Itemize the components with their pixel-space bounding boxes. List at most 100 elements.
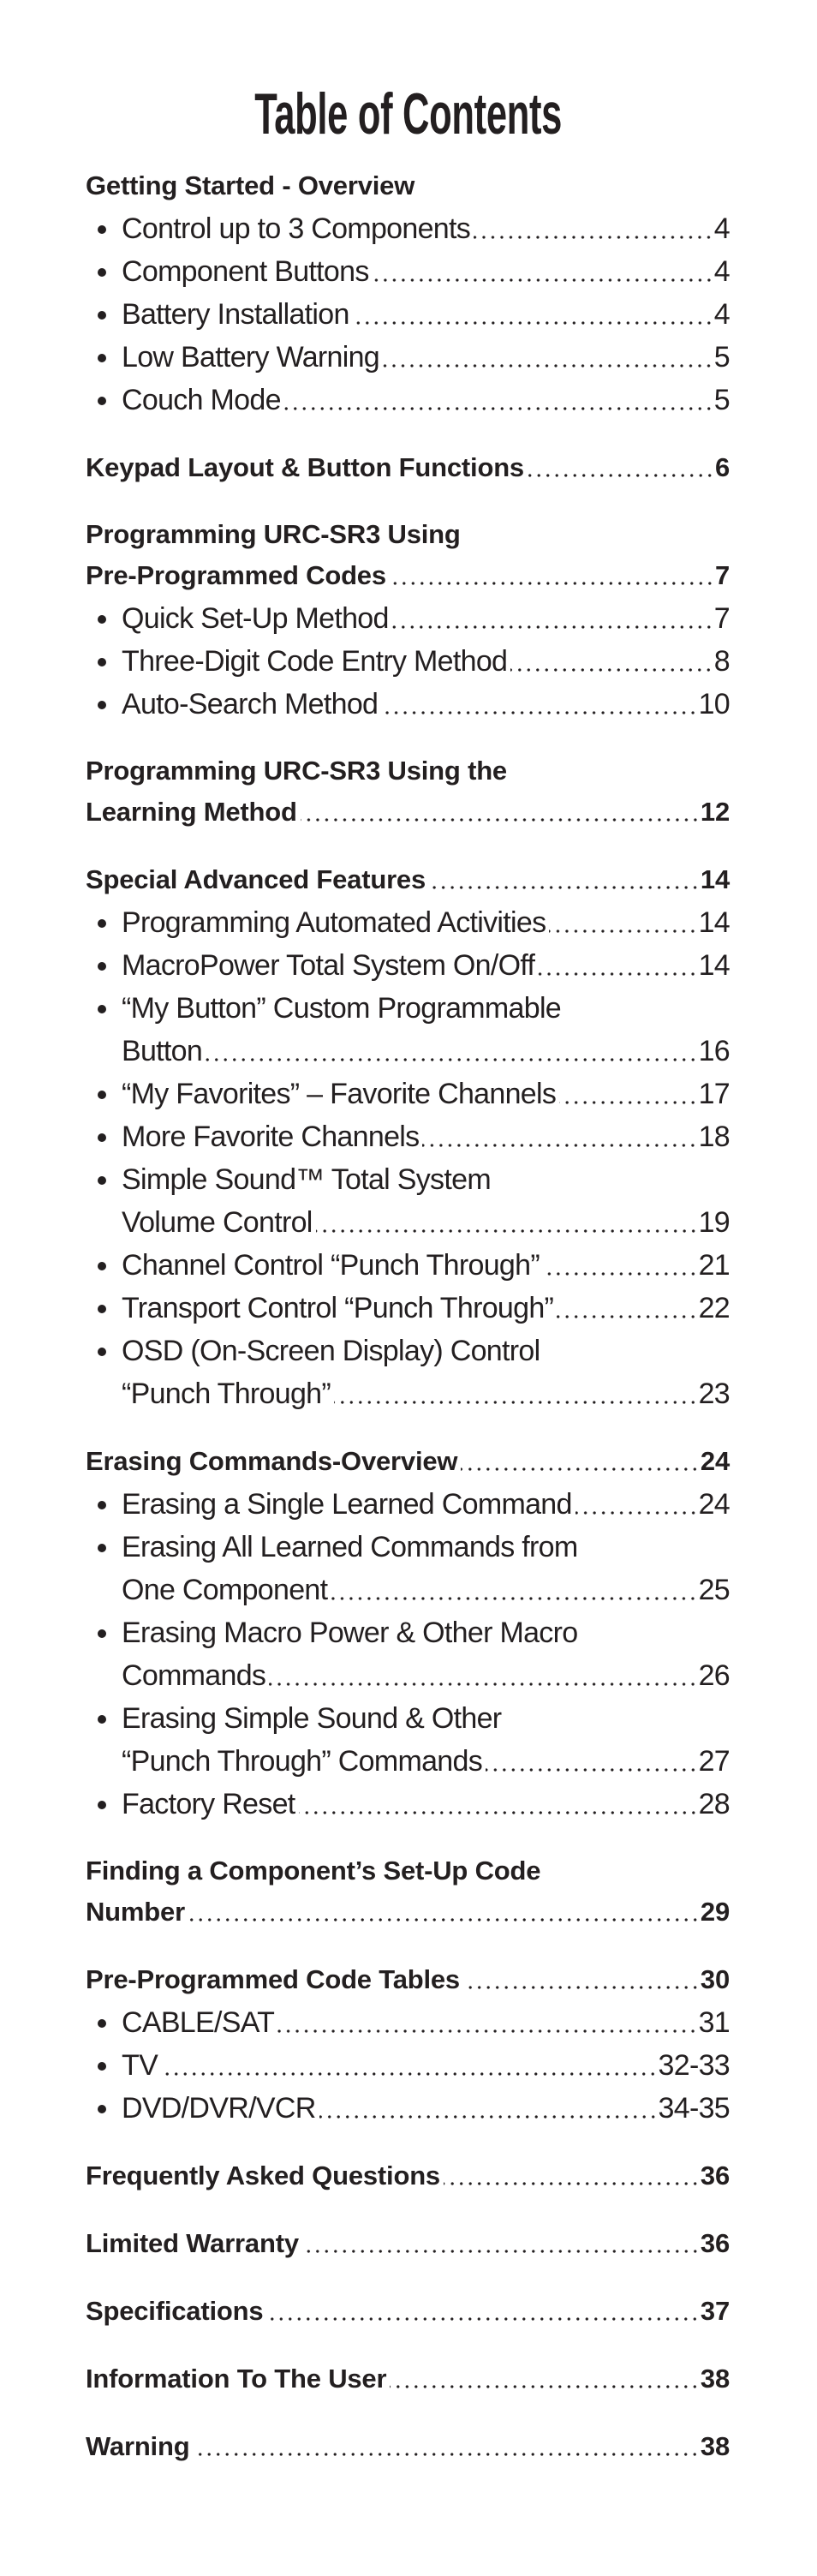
toc-entry[interactable]: Auto-Search Method 10 [86, 683, 731, 726]
section-heading[interactable]: Information To The User 38 [86, 2358, 730, 2400]
toc-entry[interactable]: Component Buttons 4 [86, 250, 731, 293]
toc-section-learning-method: Programming URC-SR3 Using the Learning M… [86, 750, 730, 834]
section-heading[interactable]: Keypad Layout & Button Functions 6 [86, 446, 730, 489]
toc-section-limited-warranty: Limited Warranty 36 [86, 2222, 730, 2265]
bullet-icon [98, 1715, 106, 1724]
toc-entry[interactable]: “My Button” Custom Programmable [86, 987, 730, 1030]
entry-label: Programming Automated Activities [122, 906, 546, 939]
toc-entry[interactable]: TV 32-33 [86, 2044, 731, 2087]
section-heading-label: Programming URC-SR3 Using [86, 519, 461, 549]
page-number: 8 [713, 645, 731, 678]
section-heading[interactable]: Programming URC-SR3 Using [86, 514, 730, 554]
dot-leader [390, 2385, 700, 2388]
toc-entry[interactable]: Erasing Simple Sound & Other [86, 1697, 730, 1740]
section-heading[interactable]: Programming URC-SR3 Using the [86, 750, 730, 791]
section-heading[interactable]: Specifications 37 [86, 2290, 730, 2333]
toc-entry[interactable]: Simple Sound™ Total System [86, 1158, 730, 1201]
toc-entry-continued[interactable]: Commands 26 [86, 1654, 731, 1697]
page-number: 25 [698, 1574, 731, 1606]
page-number: 24 [700, 1446, 730, 1476]
bullet-icon [98, 701, 106, 709]
toc-entry[interactable]: “My Favorites” – Favorite Channels 17 [86, 1073, 731, 1115]
toc-entry-continued[interactable]: One Component 25 [86, 1569, 731, 1611]
toc-entry[interactable]: Low Battery Warning 5 [86, 336, 731, 379]
page-number: 17 [698, 1078, 731, 1110]
toc-entry[interactable]: Erasing a Single Learned Command 24 [86, 1483, 731, 1526]
page-number: 36 [700, 2228, 730, 2258]
toc-entry[interactable]: Programming Automated Activities 14 [86, 901, 731, 944]
section-heading[interactable]: Frequently Asked Questions 36 [86, 2155, 730, 2197]
toc-entry-continued[interactable]: Volume Control 19 [86, 1201, 731, 1244]
page-number: 23 [698, 1378, 731, 1410]
toc-section-special-features: Special Advanced Features 14 Programming… [86, 858, 731, 1415]
toc-entry[interactable]: Battery Installation 4 [86, 293, 731, 336]
bullet-icon [98, 1005, 106, 1013]
toc-entry-continued[interactable]: Button 16 [86, 1030, 731, 1073]
entry-label: DVD/DVR/VCR [122, 2092, 316, 2125]
toc-entry[interactable]: CABLE/SAT 31 [86, 2001, 731, 2044]
toc-entry[interactable]: Erasing All Learned Commands from [86, 1526, 730, 1569]
toc-entry[interactable]: Three-Digit Code Entry Method 8 [86, 640, 731, 683]
page-number: 7 [713, 602, 731, 635]
toc-entry[interactable]: Erasing Macro Power & Other Macro [86, 1611, 730, 1654]
bullet-icon [98, 1629, 106, 1638]
toc-entry[interactable]: More Favorite Channels 18 [86, 1115, 731, 1158]
toc-section-information-to-user: Information To The User 38 [86, 2358, 730, 2400]
section-heading-label: Special Advanced Features [86, 864, 426, 894]
bullet-icon [98, 658, 106, 666]
section-heading-continued[interactable]: Pre-Programmed Codes 7 [86, 554, 730, 597]
toc-entry[interactable]: Quick Set-Up Method 7 [86, 597, 731, 640]
entry-label: “My Favorites” – Favorite Channels [122, 1078, 557, 1110]
entry-label: Couch Mode [122, 384, 281, 416]
section-heading[interactable]: Pre-Programmed Code Tables 30 [86, 1958, 730, 2001]
toc-entry-continued[interactable]: “Punch Through” Commands 27 [86, 1740, 731, 1783]
toc-entry[interactable]: Transport Control “Punch Through” 22 [86, 1287, 731, 1330]
toc-section-erasing-commands: Erasing Commands-Overview 24 Erasing a S… [86, 1440, 731, 1826]
toc-entry[interactable]: DVD/DVR/VCR 34-35 [86, 2087, 731, 2130]
section-heading[interactable]: Finding a Component’s Set-Up Code [86, 1850, 730, 1891]
entry-label: “Punch Through” Commands [122, 1745, 483, 1778]
toc-entry-continued[interactable]: “Punch Through” 23 [86, 1372, 731, 1415]
toc-entry[interactable]: Couch Mode 5 [86, 379, 731, 421]
dot-leader [389, 582, 714, 585]
section-heading[interactable]: Warning 38 [86, 2425, 730, 2468]
toc-entry[interactable]: OSD (On-Screen Display) Control [86, 1330, 730, 1372]
entry-label: “Punch Through” [122, 1378, 331, 1410]
page-number: 28 [698, 1788, 731, 1820]
section-heading-label: Specifications [86, 2296, 264, 2326]
section-heading-label: Finding a Component’s Set-Up Code [86, 1856, 541, 1886]
section-heading-continued[interactable]: Learning Method 12 [86, 791, 730, 834]
section-heading-label: Learning Method [86, 797, 297, 827]
bullet-icon [98, 397, 106, 405]
section-heading[interactable]: Getting Started - Overview [86, 164, 730, 207]
page-number: 14 [698, 949, 731, 982]
entry-label: OSD (On-Screen Display) Control [122, 1335, 540, 1367]
bullet-icon [98, 1262, 106, 1270]
toc-entry[interactable]: Factory Reset 28 [86, 1783, 731, 1826]
section-heading-continued[interactable]: Number 29 [86, 1891, 730, 1933]
bullet-icon [98, 2019, 106, 2028]
entry-label: Erasing a Single Learned Command [122, 1488, 572, 1521]
page-number: 37 [700, 2296, 730, 2326]
toc-entry[interactable]: MacroPower Total System On/Off 14 [86, 944, 731, 987]
page-number: 38 [700, 2364, 730, 2394]
bullet-icon [98, 1176, 106, 1185]
page-number: 7 [714, 560, 730, 590]
dot-leader [443, 2182, 700, 2185]
page-number: 4 [713, 212, 731, 245]
section-heading-label: Frequently Asked Questions [86, 2161, 440, 2190]
bullet-icon [98, 2105, 106, 2113]
section-heading[interactable]: Limited Warranty 36 [86, 2222, 730, 2265]
toc-entry[interactable]: Channel Control “Punch Through” 21 [86, 1244, 731, 1287]
toc-section-specifications: Specifications 37 [86, 2290, 730, 2333]
dot-leader [461, 1467, 700, 1471]
bullet-icon [98, 311, 106, 320]
section-heading[interactable]: Erasing Commands-Overview 24 [86, 1440, 730, 1483]
bullet-icon [98, 1133, 106, 1142]
entry-label: Battery Installation [122, 298, 349, 331]
page-number: 31 [698, 2006, 731, 2039]
toc-entry[interactable]: Control up to 3 Components 4 [86, 207, 731, 250]
section-heading[interactable]: Special Advanced Features 14 [86, 858, 730, 901]
dot-leader [266, 2317, 700, 2321]
entry-label: Erasing Macro Power & Other Macro [122, 1617, 578, 1649]
